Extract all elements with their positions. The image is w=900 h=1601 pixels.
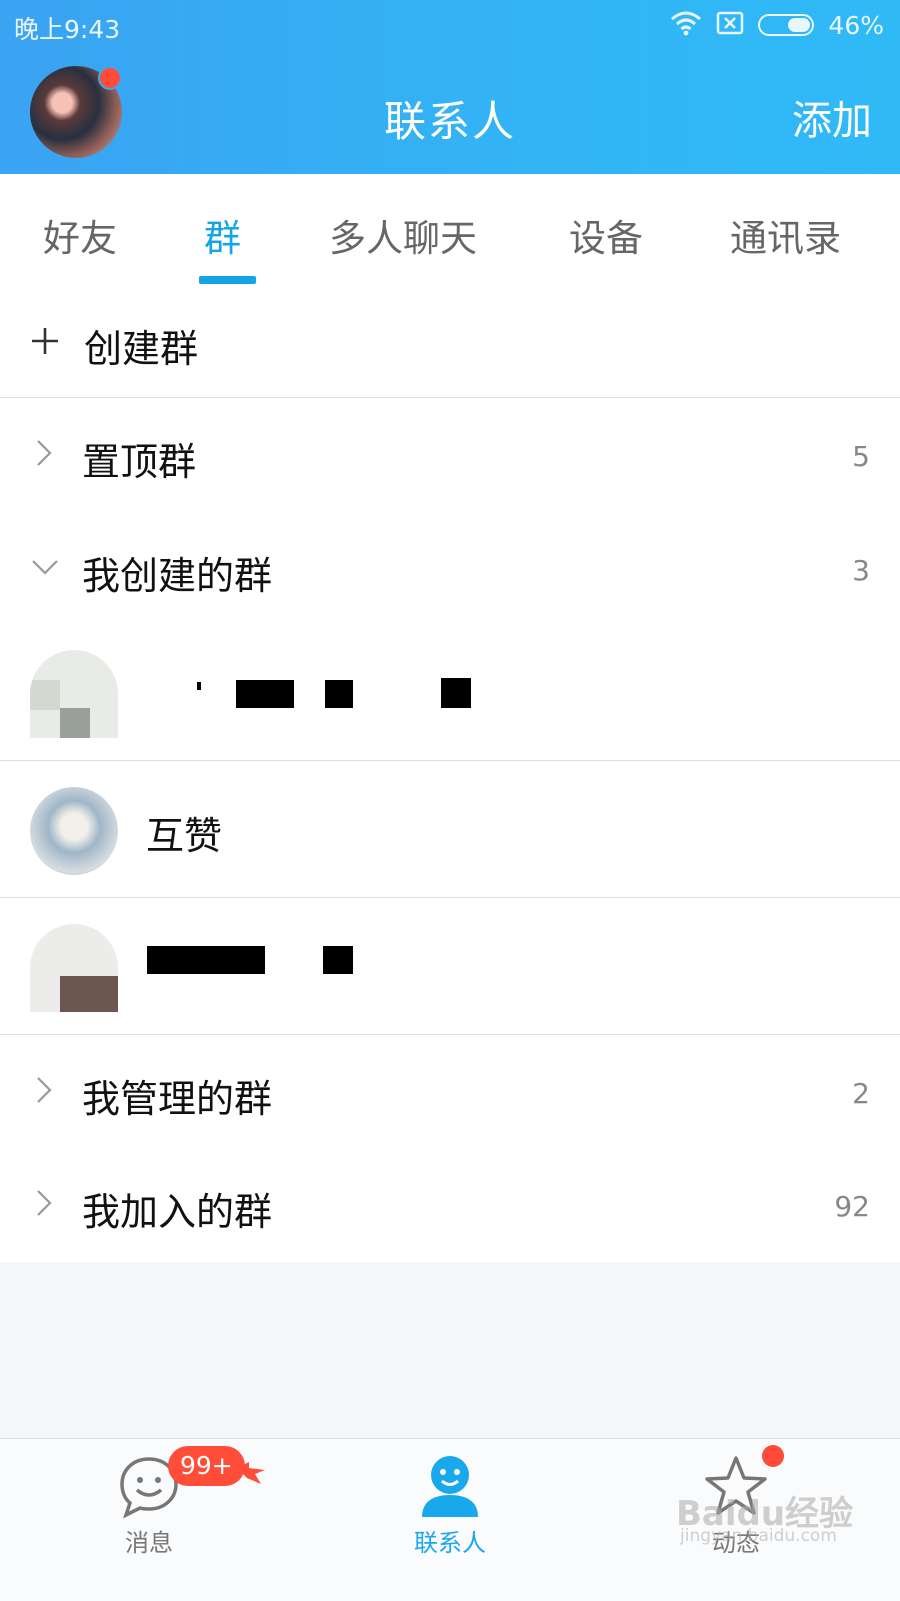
battery-level (788, 18, 811, 32)
battery-percent: 46% (828, 10, 884, 40)
no-sim-icon (716, 11, 744, 39)
chevron-right-icon (30, 438, 60, 468)
section-created[interactable]: 我创建的群 3 (0, 510, 900, 624)
create-group-row[interactable]: 创建群 (0, 286, 900, 398)
group-avatar (30, 650, 118, 738)
wifi-icon (670, 10, 702, 40)
section-label: 我管理的群 (82, 1077, 273, 1121)
contact-tabs: 好友 群 多人聊天 设备 通讯录 (0, 174, 900, 287)
redacted-text (197, 682, 201, 690)
active-tab-indicator (199, 276, 256, 284)
group-item[interactable] (0, 898, 900, 1034)
nav-contacts[interactable]: 联系人 (370, 1439, 530, 1601)
empty-area (0, 1262, 900, 1438)
section-count: 5 (852, 440, 870, 473)
tab-friends[interactable]: 好友 (43, 208, 117, 262)
group-name: 互赞 (146, 814, 223, 858)
group-avatar (30, 787, 118, 875)
tab-groups[interactable]: 群 (204, 208, 241, 262)
create-group-label: 创建群 (84, 327, 199, 371)
nav-label: 消息 (125, 1529, 173, 1557)
redacted-text (323, 946, 353, 974)
redacted-text (147, 946, 265, 974)
plus-icon (30, 326, 60, 356)
redacted-text (236, 680, 294, 708)
tab-devices[interactable]: 设备 (569, 208, 643, 262)
redacted-text (325, 680, 353, 708)
section-label: 我创建的群 (82, 554, 273, 598)
chevron-right-icon (30, 1188, 60, 1218)
contact-person-icon (418, 1453, 482, 1523)
add-button[interactable]: 添加 (792, 88, 872, 146)
app-header: 晚上9:43 46% 联系人 添加 (0, 0, 900, 174)
tab-multi-chat[interactable]: 多人聊天 (329, 208, 477, 262)
badge-tail-icon (237, 1462, 265, 1484)
section-label: 置顶群 (82, 440, 197, 484)
status-time: 晚上9:43 (14, 15, 121, 44)
nav-label: 联系人 (414, 1529, 486, 1557)
watermark-url: jingyan.baidu.com (680, 1526, 837, 1546)
battery-icon (758, 14, 815, 36)
section-managed[interactable]: 我管理的群 2 (0, 1035, 900, 1148)
group-avatar (30, 924, 118, 1012)
tab-address-book[interactable]: 通讯录 (730, 208, 841, 262)
page-title: 联系人 (383, 97, 516, 146)
section-joined[interactable]: 我加入的群 92 (0, 1148, 900, 1262)
redacted-text (441, 678, 471, 708)
unread-badge: 99+ (168, 1446, 245, 1486)
status-icons: 46% (670, 8, 884, 42)
group-item[interactable] (0, 624, 900, 760)
section-pinned[interactable]: 置顶群 5 (0, 398, 900, 510)
section-count: 3 (852, 554, 870, 587)
notification-dot (762, 1445, 784, 1467)
section-count: 2 (852, 1077, 870, 1110)
group-item[interactable]: 互赞 (0, 761, 900, 897)
status-bar: 晚上9:43 46% (0, 0, 900, 50)
chevron-down-icon (30, 552, 60, 582)
chevron-right-icon (30, 1075, 60, 1105)
notification-dot (98, 66, 122, 90)
section-count: 92 (834, 1190, 870, 1223)
section-label: 我加入的群 (82, 1190, 273, 1234)
